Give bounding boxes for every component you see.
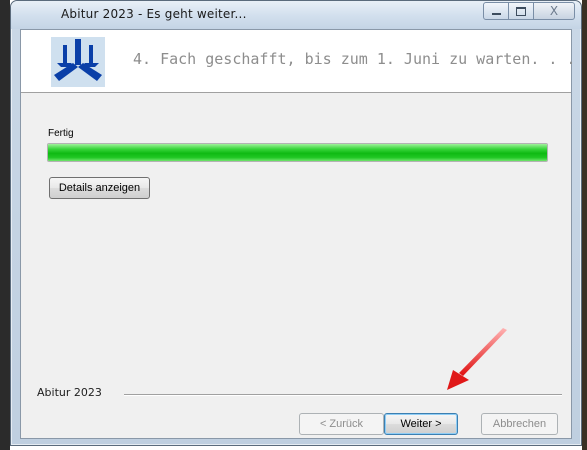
title-bar[interactable]: Abitur 2023 - Es geht weiter... X xyxy=(11,1,581,29)
installer-window: Abitur 2023 - Es geht weiter... X 4. Fac… xyxy=(10,0,582,446)
close-icon: X xyxy=(549,4,559,18)
wizard-header: 4. Fach geschafft, bis zum 1. Juni zu wa… xyxy=(21,30,576,93)
progress-status-label: Fertig xyxy=(48,128,74,139)
background-edge-right xyxy=(582,0,587,450)
minimize-button[interactable] xyxy=(483,2,509,20)
details-button[interactable]: Details anzeigen xyxy=(49,177,150,199)
minimize-icon xyxy=(491,12,501,15)
maximize-button[interactable] xyxy=(508,2,534,20)
next-button[interactable]: Weiter > xyxy=(384,413,458,435)
close-button[interactable]: X xyxy=(533,2,575,20)
maximize-icon xyxy=(516,6,526,16)
window-controls: X xyxy=(483,2,575,22)
cancel-button[interactable]: Abbrechen xyxy=(481,413,558,435)
wizard-client-area: 4. Fach geschafft, bis zum 1. Juni zu wa… xyxy=(20,29,576,439)
footer-brand-label: Abitur 2023 xyxy=(37,386,102,399)
background-edge-left xyxy=(0,0,10,450)
three-blade-logo-icon xyxy=(54,39,102,81)
progress-bar-fill xyxy=(48,144,547,161)
header-message: 4. Fach geschafft, bis zum 1. Juni zu wa… xyxy=(133,50,576,68)
back-button[interactable]: < Zurück xyxy=(299,413,384,435)
logo xyxy=(51,37,105,87)
red-arrow-pointer-icon xyxy=(447,328,507,390)
window-title: Abitur 2023 - Es geht weiter... xyxy=(61,7,247,21)
progress-bar xyxy=(47,143,548,162)
